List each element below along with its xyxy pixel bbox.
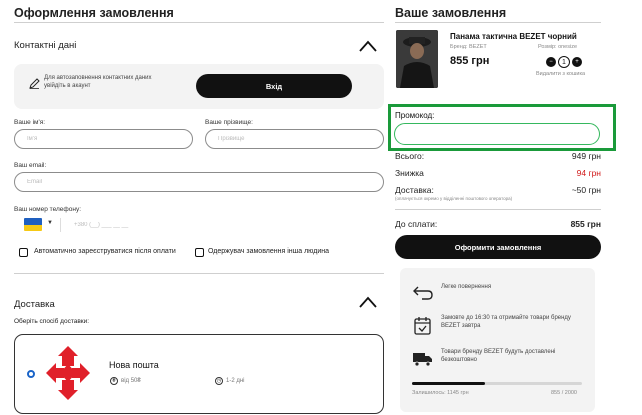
delivery-value: ~50 грн <box>571 185 601 195</box>
order-title: Ваше замовлення <box>395 6 507 20</box>
delivery-label: Доставка: <box>395 185 434 195</box>
product-image[interactable] <box>396 30 438 88</box>
pay-label: До сплати: <box>395 219 438 229</box>
progress-right-text: 855 / 2000 <box>551 390 577 396</box>
delivery-radio[interactable] <box>27 370 35 378</box>
increase-quantity-button[interactable]: + <box>572 57 582 67</box>
divider <box>395 209 601 210</box>
product-brand: Бренд: BEZET <box>450 44 487 50</box>
phone-input-group[interactable]: ▼ <box>14 215 384 235</box>
easy-return-text: Легке повернення <box>441 284 492 290</box>
delivery-price: від 50₴ <box>121 378 141 384</box>
divider <box>60 218 61 232</box>
page-title: Оформлення замовлення <box>14 6 174 20</box>
email-label: Ваш email: <box>14 162 47 169</box>
first-name-field[interactable] <box>14 129 193 149</box>
divider <box>14 22 384 23</box>
promo-code-input[interactable] <box>394 123 600 145</box>
ukraine-flag-icon <box>24 218 42 231</box>
other-recipient-checkbox[interactable] <box>195 248 204 257</box>
calendar-check-icon <box>414 317 431 335</box>
product-size: Розмір: onesize <box>538 44 578 50</box>
chevron-up-icon[interactable] <box>359 296 377 308</box>
next-day-text: Замовте до 16:30 та отримайте товари бре… <box>441 315 571 330</box>
first-name-label: Ваше ім'я: <box>14 119 46 126</box>
total-label: Всього: <box>395 151 425 161</box>
progress-left-text: Залишилось: 1145 грн <box>412 390 469 396</box>
last-name-field[interactable] <box>205 129 384 149</box>
caret-down-icon[interactable]: ▼ <box>47 220 53 226</box>
checkout-button[interactable]: Оформити замовлення <box>395 235 601 259</box>
product-name[interactable]: Панама тактична BEZET чорний <box>450 32 577 41</box>
quantity-value: 1 <box>558 56 570 68</box>
clock-icon: ◷ <box>215 377 223 385</box>
delivery-option-name: Нова пошта <box>109 360 159 370</box>
progress-fill <box>412 382 485 385</box>
delivery-time: 1-2 дні <box>226 378 245 384</box>
pay-value: 855 грн <box>570 219 601 229</box>
discount-value: 94 грн <box>576 168 601 178</box>
decrease-quantity-button[interactable]: − <box>546 57 556 67</box>
other-recipient-label: Одержувач замовлення інша людина <box>208 248 330 255</box>
price-icon: ₴ <box>110 377 118 385</box>
total-value: 949 грн <box>571 151 601 161</box>
return-arrow-icon <box>413 286 433 300</box>
promo-label: Промокод: <box>395 111 435 120</box>
phone-field[interactable] <box>66 215 366 235</box>
nova-poshta-logo-icon <box>46 346 90 400</box>
phone-label: Ваш номер телефону: <box>14 206 81 213</box>
pencil-icon <box>29 78 40 89</box>
free-delivery-progress <box>412 382 582 385</box>
auto-register-checkbox[interactable] <box>19 248 28 257</box>
email-field[interactable] <box>14 172 384 192</box>
remove-from-cart-link[interactable]: Видалити з кошика <box>536 71 585 77</box>
last-name-label: Ваше прізвище: <box>205 119 253 126</box>
login-button[interactable]: Вхід <box>196 74 352 98</box>
contact-section-title: Контактні дані <box>14 40 77 51</box>
delivery-truck-icon <box>413 353 432 367</box>
discount-label: Знижка <box>395 168 424 178</box>
divider <box>395 22 601 23</box>
autofill-hint: Для автозаповнення контактних даних увій… <box>44 75 152 90</box>
free-delivery-text: Товари бренду BEZET будуть доставлені бе… <box>441 349 556 364</box>
delivery-section-title: Доставка <box>14 299 55 310</box>
divider <box>14 273 384 274</box>
delivery-note: (оплачується окремо у відділенні поштово… <box>395 196 513 201</box>
product-price: 855 грн <box>450 55 490 67</box>
delivery-subtitle: Оберіть спосіб доставки: <box>14 318 90 325</box>
chevron-up-icon[interactable] <box>359 40 377 52</box>
auto-register-label: Автоматично зареєструватися після оплати <box>34 248 176 255</box>
